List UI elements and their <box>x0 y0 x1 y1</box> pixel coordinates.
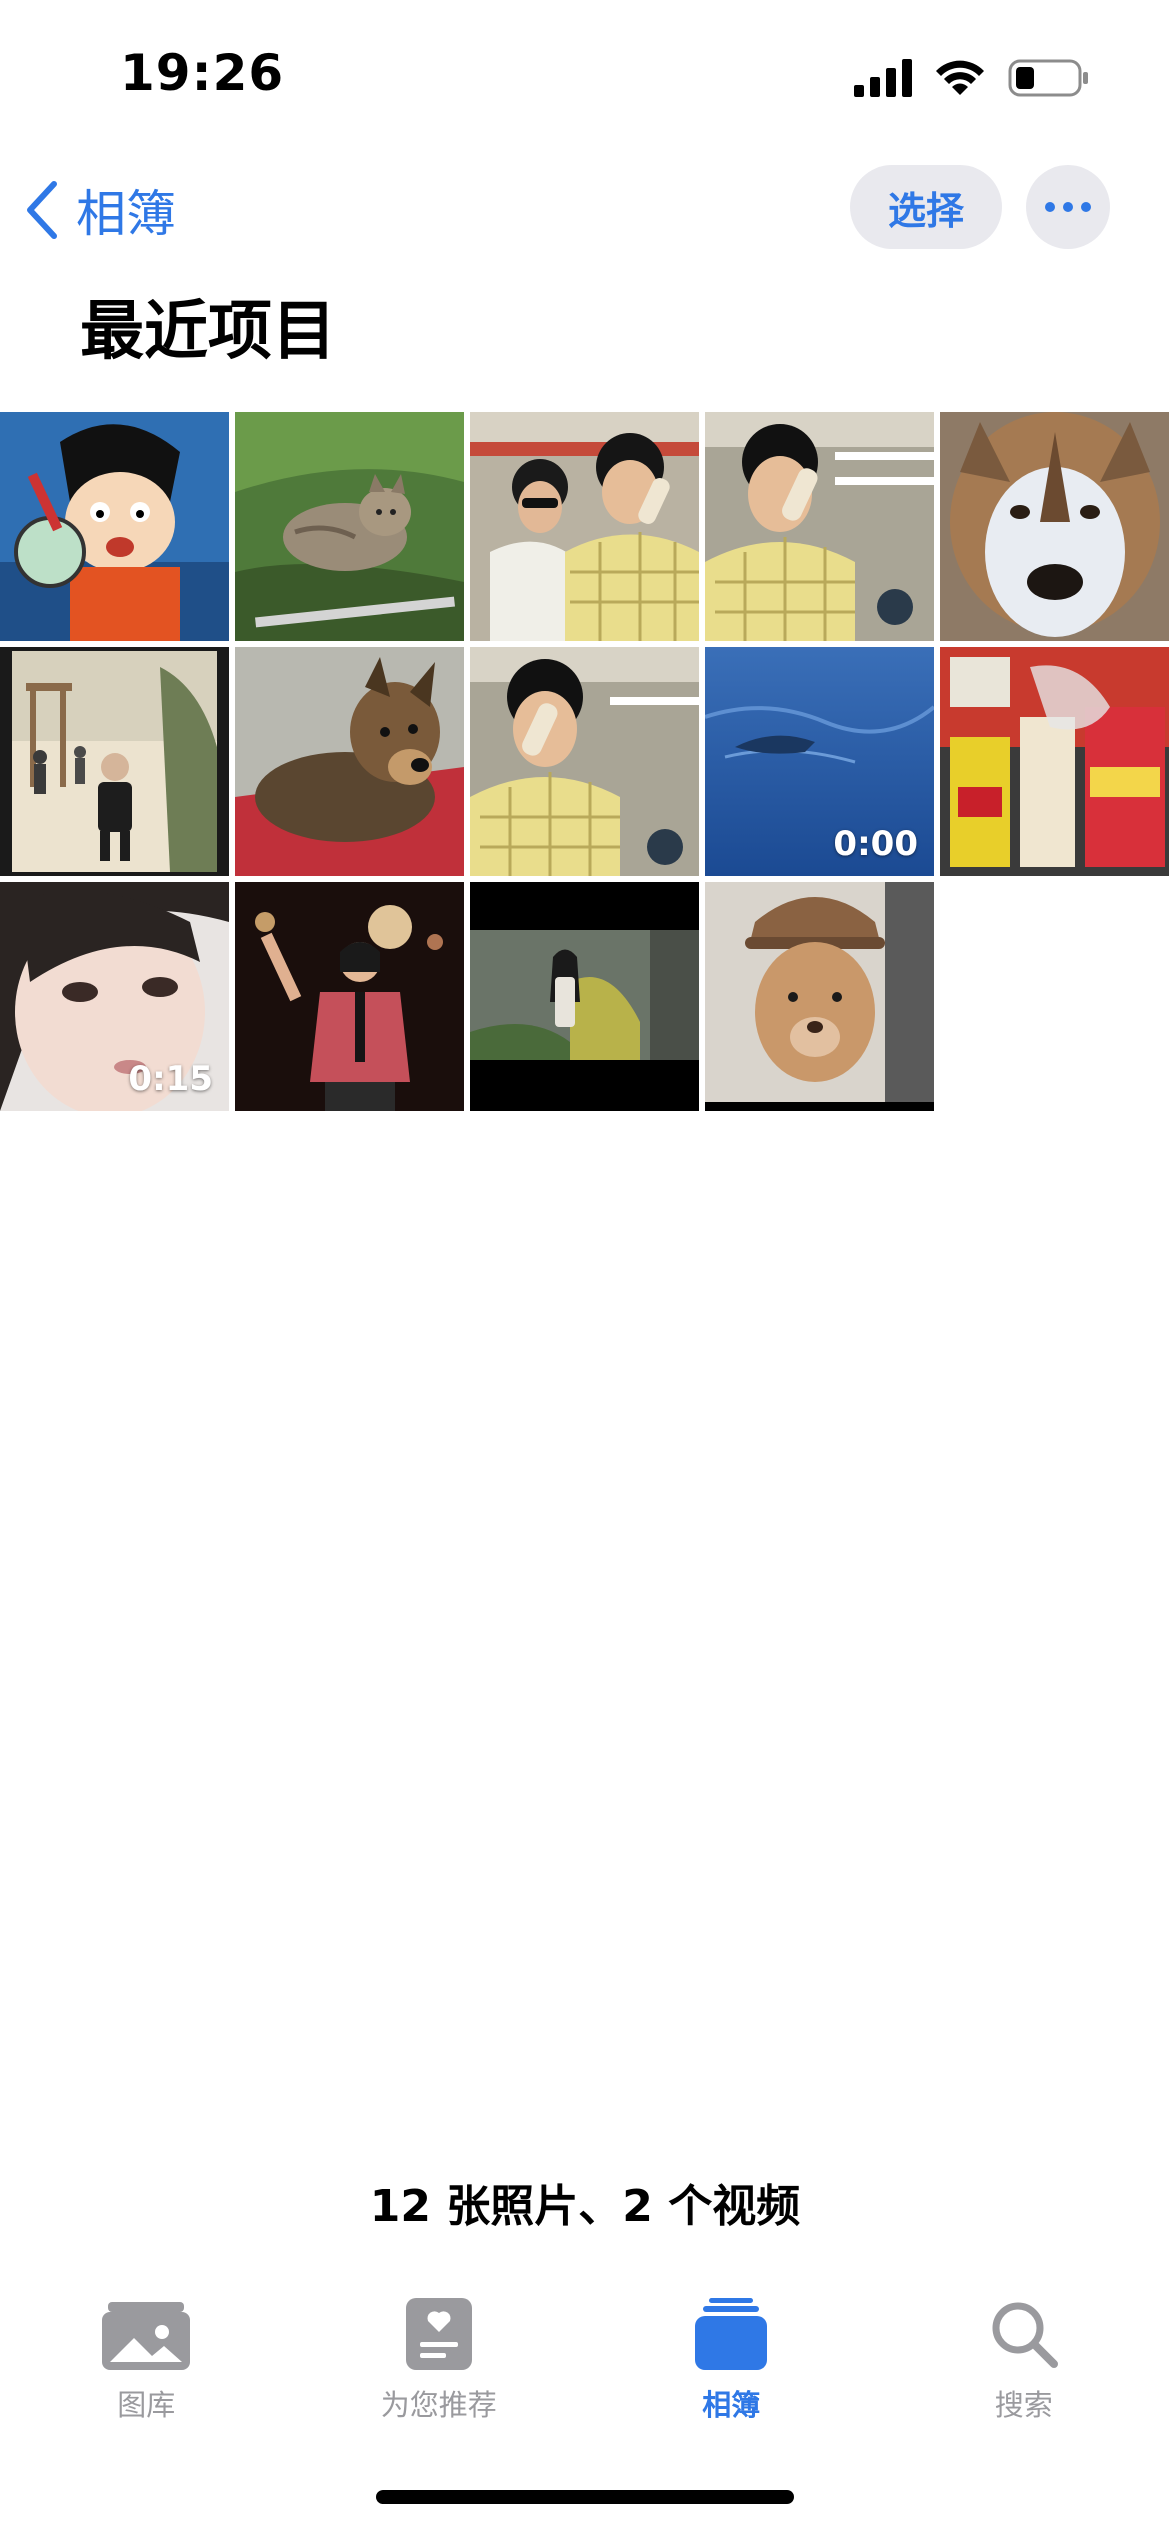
photo-thumbnail[interactable] <box>235 882 464 1111</box>
video-duration: 0:00 <box>833 824 918 864</box>
video-duration: 0:15 <box>128 1059 213 1099</box>
back-button[interactable]: 相簿 <box>24 170 176 250</box>
video-thumbnail[interactable]: 0:15 <box>0 882 229 1111</box>
cellular-signal-icon <box>854 59 912 97</box>
ellipsis-icon <box>1045 202 1091 212</box>
chevron-left-icon <box>27 181 57 239</box>
tab-library[interactable]: 图库 <box>0 2280 293 2440</box>
status-icons <box>854 54 1090 102</box>
back-label: 相簿 <box>76 185 176 243</box>
select-button[interactable]: 选择 <box>850 165 1002 249</box>
battery-icon <box>1008 59 1088 97</box>
photo-thumbnail[interactable] <box>470 647 699 876</box>
photo-thumbnail[interactable] <box>235 412 464 641</box>
photo-thumbnail[interactable] <box>705 412 934 641</box>
photo-thumbnail[interactable] <box>940 647 1169 876</box>
photo-thumbnail[interactable] <box>235 647 464 876</box>
tab-search-label: 搜索 <box>994 2388 1053 2422</box>
tab-bar: 图库 为您推荐 相簿 搜索 <box>0 2280 1170 2440</box>
tab-albums-label: 相簿 <box>702 2388 761 2422</box>
video-thumbnail[interactable]: 0:00 <box>705 647 934 876</box>
photo-thumbnail[interactable] <box>705 882 934 1111</box>
albums-icon <box>695 2298 768 2370</box>
photo-thumbnail[interactable] <box>470 882 699 1111</box>
photo-thumbnail[interactable] <box>0 412 229 641</box>
photo-count-summary: 12 张照片、2 个视频 <box>369 2181 801 2232</box>
wifi-icon <box>936 60 984 95</box>
tab-search[interactable]: 搜索 <box>878 2280 1170 2440</box>
more-button[interactable] <box>1026 165 1110 249</box>
page-title: 最近项目 <box>80 295 336 369</box>
photo-thumbnail[interactable] <box>0 647 229 876</box>
home-indicator[interactable] <box>376 2490 794 2504</box>
tab-albums[interactable]: 相簿 <box>585 2280 878 2440</box>
tab-for-you[interactable]: 为您推荐 <box>293 2280 586 2440</box>
tab-for-you-label: 为您推荐 <box>380 2388 497 2422</box>
photos-library-icon <box>102 2302 191 2370</box>
status-time: 19:26 <box>120 44 285 102</box>
status-bar: 19:26 <box>0 0 1170 150</box>
search-icon <box>992 2302 1058 2368</box>
tab-library-label: 图库 <box>117 2388 176 2422</box>
photo-thumbnail[interactable] <box>470 412 699 641</box>
photo-thumbnail[interactable] <box>940 412 1169 641</box>
for-you-icon <box>405 2298 472 2370</box>
